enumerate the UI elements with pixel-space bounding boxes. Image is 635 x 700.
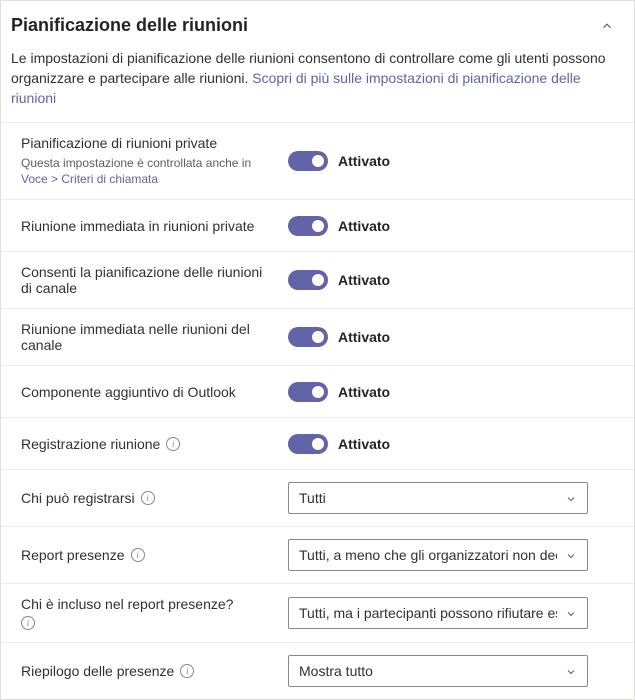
control-col: Attivato: [288, 151, 614, 171]
toggle-private-scheduling[interactable]: [288, 151, 328, 171]
select-value: Tutti: [299, 490, 557, 506]
intro-text: Le impostazioni di pianificazione delle …: [1, 46, 634, 123]
toggle-label: Attivato: [338, 218, 390, 234]
control-col: Tutti: [288, 482, 614, 514]
row-attendance-summary: Riepilogo delle presenze i Mostra tutto: [1, 643, 634, 699]
select-who-register[interactable]: Tutti: [288, 482, 588, 514]
label-col: Riunione immediata in riunioni private: [21, 218, 276, 234]
label-channel-scheduling: Consenti la pianificazione delle riunion…: [21, 264, 276, 296]
toggle-label: Attivato: [338, 272, 390, 288]
sub-text: Questa impostazione è controllata anche …: [21, 156, 251, 170]
label-col: Registrazione riunione i: [21, 436, 276, 452]
info-icon[interactable]: i: [21, 616, 35, 630]
row-meet-now-channel: Riunione immediata nelle riunioni del ca…: [1, 309, 634, 366]
control-col: Attivato: [288, 382, 614, 402]
label-registration: Registrazione riunione: [21, 436, 160, 452]
info-icon[interactable]: i: [166, 437, 180, 451]
row-meet-now-private: Riunione immediata in riunioni private A…: [1, 200, 634, 252]
control-col: Mostra tutto: [288, 655, 614, 687]
toggle-outlook-addin[interactable]: [288, 382, 328, 402]
select-who-in-report[interactable]: Tutti, ma i partecipanti possono rifiuta…: [288, 597, 588, 629]
chevron-down-icon: [565, 492, 577, 504]
toggle-label: Attivato: [338, 153, 390, 169]
row-outlook-addin: Componente aggiuntivo di Outlook Attivat…: [1, 366, 634, 418]
label-who-register: Chi può registrarsi: [21, 490, 135, 506]
info-icon[interactable]: i: [180, 664, 194, 678]
label-col: Pianificazione di riunioni private Quest…: [21, 135, 276, 187]
sub-private-scheduling: Questa impostazione è controllata anche …: [21, 155, 276, 187]
select-attendance-summary[interactable]: Mostra tutto: [288, 655, 588, 687]
label-col: Consenti la pianificazione delle riunion…: [21, 264, 276, 296]
row-private-scheduling: Pianificazione di riunioni private Quest…: [1, 123, 634, 200]
control-col: Tutti, ma i partecipanti possono rifiuta…: [288, 597, 614, 629]
label-col: Riepilogo delle presenze i: [21, 663, 276, 679]
row-who-register: Chi può registrarsi i Tutti: [1, 470, 634, 527]
row-registration: Registrazione riunione i Attivato: [1, 418, 634, 470]
toggle-label: Attivato: [338, 329, 390, 345]
label-meet-now-channel: Riunione immediata nelle riunioni del ca…: [21, 321, 276, 353]
label-attendance-report: Report presenze: [21, 547, 125, 563]
label-meet-now-private: Riunione immediata in riunioni private: [21, 218, 254, 234]
label-outlook-addin: Componente aggiuntivo di Outlook: [21, 384, 236, 400]
toggle-registration[interactable]: [288, 434, 328, 454]
control-col: Tutti, a meno che gli organizzatori non …: [288, 539, 614, 571]
panel-title: Pianificazione delle riunioni: [11, 15, 248, 36]
label-col: Chi è incluso nel report presenze? i: [21, 596, 276, 630]
row-attendance-report: Report presenze i Tutti, a meno che gli …: [1, 527, 634, 584]
chevron-down-icon: [565, 549, 577, 561]
toggle-meet-now-channel[interactable]: [288, 327, 328, 347]
label-private-scheduling: Pianificazione di riunioni private: [21, 135, 217, 151]
control-col: Attivato: [288, 270, 614, 290]
meeting-scheduling-panel: Pianificazione delle riunioni Le imposta…: [0, 0, 635, 700]
row-who-in-report: Chi è incluso nel report presenze? i Tut…: [1, 584, 634, 643]
info-icon[interactable]: i: [141, 491, 155, 505]
select-attendance-report[interactable]: Tutti, a meno che gli organizzatori non …: [288, 539, 588, 571]
control-col: Attivato: [288, 327, 614, 347]
control-col: Attivato: [288, 434, 614, 454]
select-value: Mostra tutto: [299, 663, 557, 679]
toggle-meet-now-private[interactable]: [288, 216, 328, 236]
select-value: Tutti, ma i partecipanti possono rifiuta…: [299, 605, 557, 621]
control-col: Attivato: [288, 216, 614, 236]
chevron-down-icon: [565, 665, 577, 677]
chevron-down-icon: [565, 607, 577, 619]
panel-header[interactable]: Pianificazione delle riunioni: [1, 1, 634, 46]
label-col: Chi può registrarsi i: [21, 490, 276, 506]
info-icon[interactable]: i: [131, 548, 145, 562]
label-col: Report presenze i: [21, 547, 276, 563]
select-value: Tutti, a meno che gli organizzatori non …: [299, 547, 557, 563]
toggle-channel-scheduling[interactable]: [288, 270, 328, 290]
label-col: Componente aggiuntivo di Outlook: [21, 384, 276, 400]
label-who-in-report: Chi è incluso nel report presenze?: [21, 596, 233, 612]
label-attendance-summary: Riepilogo delle presenze: [21, 663, 174, 679]
chevron-up-icon: [600, 19, 614, 33]
label-col: Riunione immediata nelle riunioni del ca…: [21, 321, 276, 353]
toggle-label: Attivato: [338, 436, 390, 452]
toggle-label: Attivato: [338, 384, 390, 400]
sub-link-voice-policies[interactable]: Voce > Criteri di chiamata: [21, 172, 158, 186]
row-channel-scheduling: Consenti la pianificazione delle riunion…: [1, 252, 634, 309]
